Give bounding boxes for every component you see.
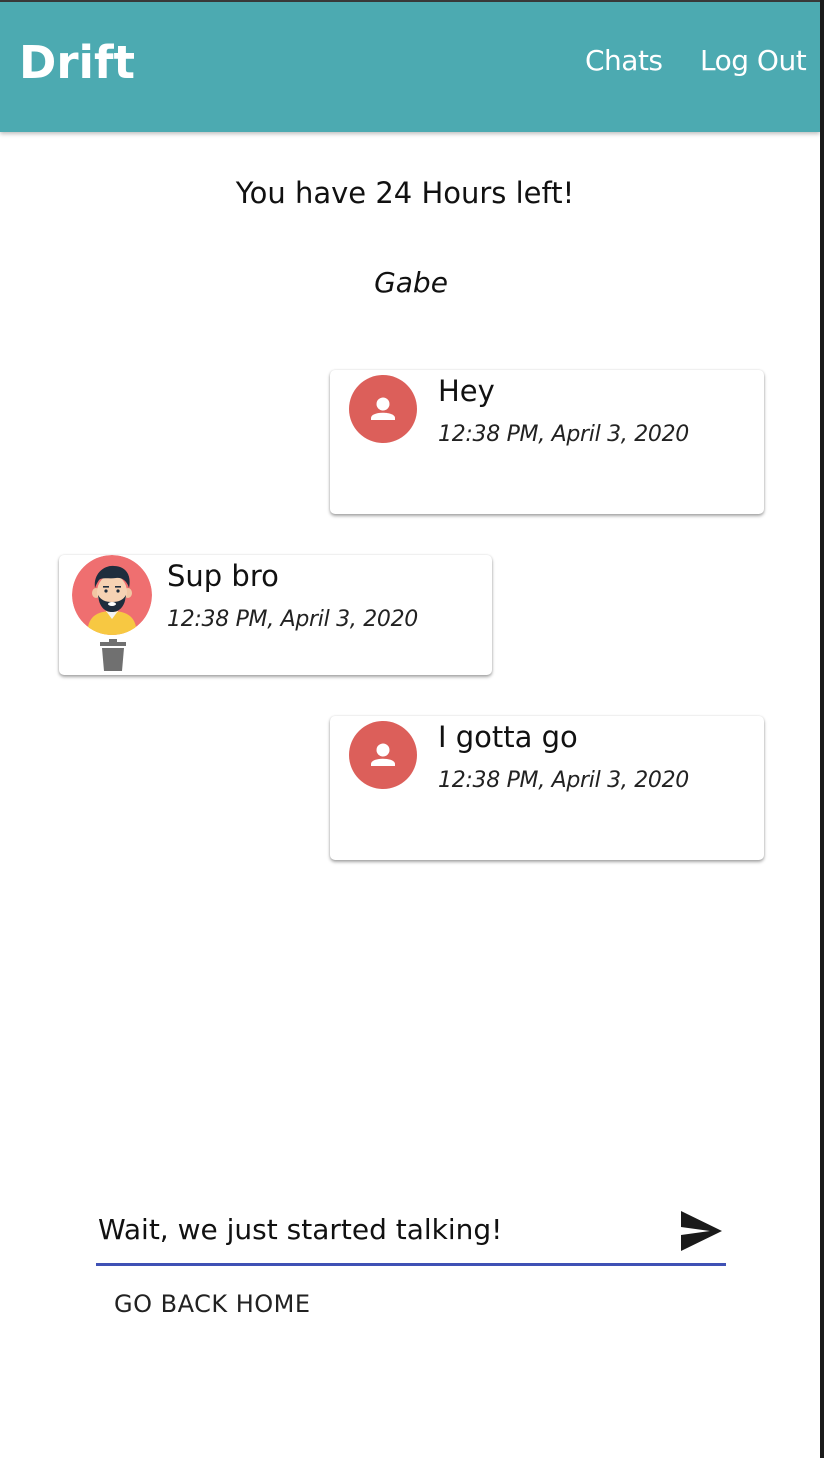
chat-partner-name: Gabe <box>374 266 448 299</box>
message-text: Hey <box>438 374 495 408</box>
app-bar: Drift Chats Log Out <box>0 2 820 132</box>
brand-logo[interactable]: Drift <box>19 36 135 89</box>
message-card: Sup bro 12:38 PM, April 3, 2020 <box>59 555 492 675</box>
nav-chats-link[interactable]: Chats <box>585 44 663 77</box>
go-back-home-button[interactable]: GO BACK HOME <box>96 1284 329 1324</box>
input-underline <box>96 1263 726 1266</box>
nav-logout-link[interactable]: Log Out <box>700 44 807 77</box>
message-input[interactable] <box>96 1207 658 1251</box>
avatar <box>72 555 152 635</box>
message-text: Sup bro <box>167 559 279 593</box>
person-icon <box>371 397 395 420</box>
message-composer <box>96 1195 726 1267</box>
message-timestamp: 12:38 PM, April 3, 2020 <box>167 607 418 632</box>
send-icon <box>681 1211 722 1251</box>
message-card: I gotta go 12:38 PM, April 3, 2020 <box>330 716 764 860</box>
bearded-man-avatar <box>72 555 152 635</box>
avatar <box>349 721 417 789</box>
person-icon <box>371 743 395 766</box>
message-timestamp: 12:38 PM, April 3, 2020 <box>438 422 689 447</box>
message-text: I gotta go <box>438 720 578 754</box>
trash-icon[interactable] <box>100 639 126 671</box>
window-right-edge <box>820 0 824 1458</box>
message-card: Hey 12:38 PM, April 3, 2020 <box>330 370 764 514</box>
message-timestamp: 12:38 PM, April 3, 2020 <box>438 768 689 793</box>
send-button[interactable] <box>676 1209 726 1253</box>
time-remaining-text: You have 24 Hours left! <box>235 176 575 210</box>
avatar <box>349 375 417 443</box>
